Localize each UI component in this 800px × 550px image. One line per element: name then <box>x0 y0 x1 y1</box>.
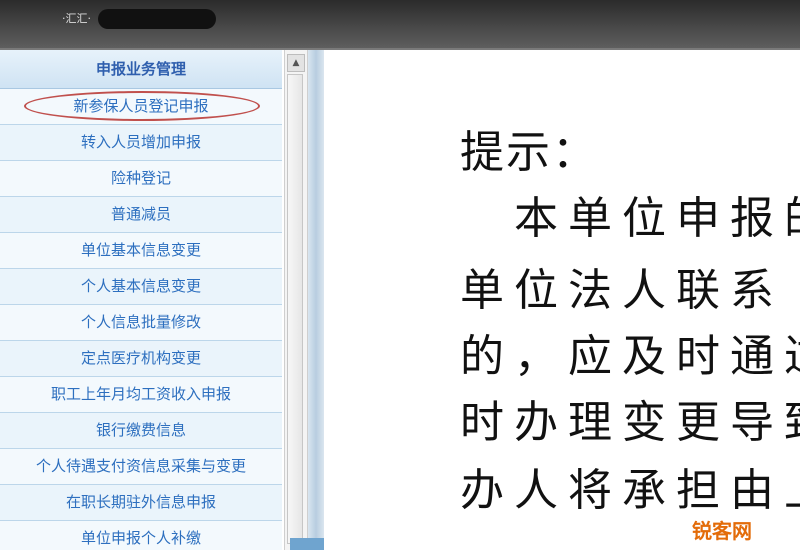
menu-item-label: 个人待遇支付资信息采集与变更 <box>35 457 246 475</box>
frame-divider[interactable] <box>308 50 324 550</box>
scroll-thumb[interactable] <box>287 74 303 544</box>
notice-line: 单位法人联系 <box>460 265 784 316</box>
sidebar-header: 申报业务管理 <box>0 50 282 89</box>
menu-item-label: 转入人员增加申报 <box>80 133 201 151</box>
menu-item-transfer-in-increase[interactable]: 转入人员增加申报 <box>0 125 282 161</box>
menu-item-label: 险种登记 <box>110 169 171 187</box>
menu-item-regular-reduction[interactable]: 普通减员 <box>0 197 282 233</box>
notice-line: 本单位申报的 <box>513 193 800 244</box>
window-title: ·汇汇· <box>62 12 91 25</box>
notice-line: 时办理变更导致 <box>460 397 800 448</box>
sidebar-menu: 申报业务管理 新参保人员登记申报 转入人员增加申报 险种登记 普通减员 单位基本… <box>0 50 282 550</box>
menu-item-label: 个人信息批量修改 <box>80 313 201 331</box>
sidebar-scrollbar[interactable]: ▲ <box>284 50 308 550</box>
site-watermark: 锐客网 <box>692 519 752 543</box>
window-header: ·汇汇· <box>0 0 800 50</box>
menu-item-bank-payment-info[interactable]: 银行缴费信息 <box>0 413 282 449</box>
menu-item-medical-institution-change[interactable]: 定点医疗机构变更 <box>0 341 282 377</box>
menu-item-label: 银行缴费信息 <box>95 421 186 439</box>
menu-item-stationed-abroad-declaration[interactable]: 在职长期驻外信息申报 <box>0 485 282 521</box>
menu-item-new-insured-registration[interactable]: 新参保人员登记申报 <box>0 89 282 125</box>
menu-item-label: 在职长期驻外信息申报 <box>65 493 216 511</box>
menu-item-personal-info-change[interactable]: 个人基本信息变更 <box>0 269 282 305</box>
menu-item-insurance-type-registration[interactable]: 险种登记 <box>0 161 282 197</box>
redacted-title-block <box>98 9 216 29</box>
menu-item-benefit-payment-info[interactable]: 个人待遇支付资信息采集与变更 <box>0 449 282 485</box>
scroll-up-arrow-icon[interactable]: ▲ <box>287 54 305 72</box>
menu-item-label: 定点医疗机构变更 <box>80 349 201 367</box>
menu-item-unit-info-change[interactable]: 单位基本信息变更 <box>0 233 282 269</box>
menu-item-label: 新参保人员登记申报 <box>73 97 209 115</box>
menu-item-label: 职工上年月均工资收入申报 <box>50 385 231 403</box>
menu-item-label: 普通减员 <box>110 205 171 223</box>
menu-item-label: 单位申报个人补缴 <box>80 529 201 547</box>
notice-line: 的，应及时通过 <box>460 331 800 382</box>
menu-item-personal-info-batch-edit[interactable]: 个人信息批量修改 <box>0 305 282 341</box>
menu-item-label: 个人基本信息变更 <box>80 277 201 295</box>
menu-item-personal-back-payment[interactable]: 单位申报个人补缴 <box>0 521 282 550</box>
notice-title: 提示： <box>460 127 598 178</box>
menu-item-annual-salary-declaration[interactable]: 职工上年月均工资收入申报 <box>0 377 282 413</box>
notice-line: 办人将承担由上 <box>460 465 800 516</box>
notice-content: 提示： 本单位申报的 单位法人联系 的，应及时通过 时办理变更导致 办人将承担由… <box>324 50 800 550</box>
menu-item-label: 单位基本信息变更 <box>80 241 201 259</box>
